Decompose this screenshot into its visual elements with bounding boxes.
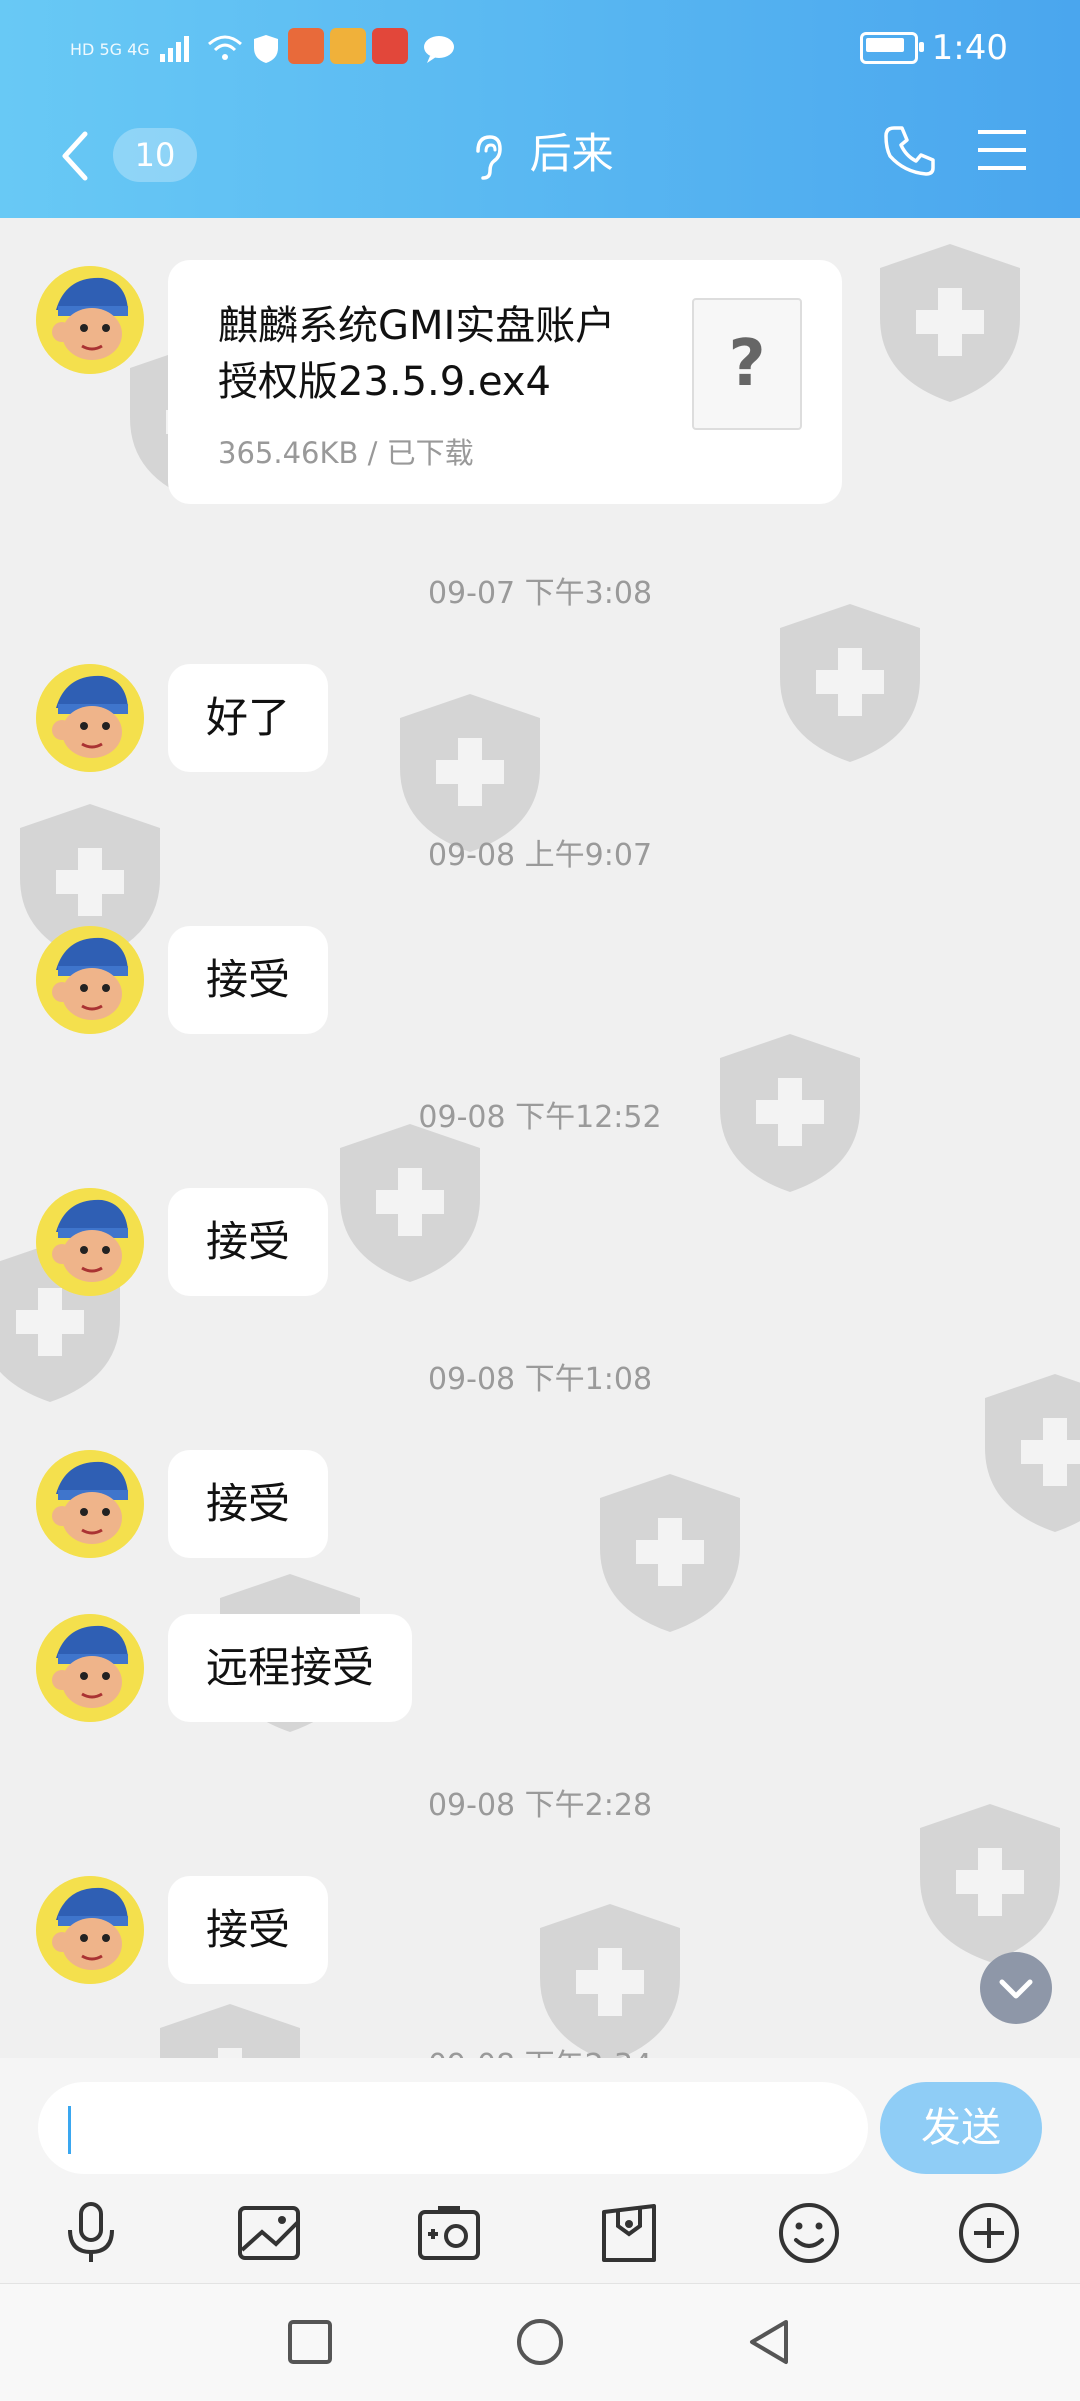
message-bubble[interactable]: 接受 bbox=[168, 1876, 329, 1984]
chat-notification-icon bbox=[423, 36, 454, 63]
header: HD 5G 4G 1:40 10 后来 bbox=[0, 0, 1080, 218]
message-bubble[interactable]: 接受 bbox=[168, 926, 329, 1034]
battery-icon bbox=[859, 32, 924, 64]
status-left: HD 5G 4G bbox=[70, 28, 456, 70]
wifi-icon bbox=[207, 35, 242, 60]
message-bubble[interactable]: 接受 bbox=[168, 1450, 329, 1558]
avatar-image bbox=[36, 1188, 144, 1296]
menu-icon[interactable] bbox=[976, 126, 1028, 174]
timestamp: 09-08 上午9:07 bbox=[427, 838, 653, 873]
ear-icon[interactable] bbox=[466, 131, 506, 183]
avatar-image bbox=[36, 1450, 144, 1558]
avatar[interactable] bbox=[36, 664, 144, 772]
file-meta: 365.46KB / 已下载 bbox=[218, 436, 474, 470]
file-card[interactable]: 麒麟系统GMI实盘账户授权版23.5.9.ex4 365.46KB / 已下载 … bbox=[168, 260, 842, 504]
message-bubble[interactable]: 远程接受 bbox=[168, 1614, 413, 1722]
avatar-image bbox=[36, 266, 144, 374]
watermark-shield-icon bbox=[540, 1904, 680, 2058]
chat-nav-bar: 10 后来 bbox=[0, 110, 1080, 200]
app-notification-icons bbox=[287, 28, 414, 70]
chat-title-text: 后来 bbox=[529, 129, 614, 178]
avatar[interactable] bbox=[36, 1450, 144, 1558]
text-caret bbox=[68, 2106, 71, 2154]
message-input[interactable] bbox=[38, 2082, 868, 2174]
microphone-icon[interactable] bbox=[56, 2198, 126, 2268]
avatar[interactable] bbox=[36, 1876, 144, 1984]
watermark-shield-icon bbox=[780, 604, 920, 762]
signal-icon bbox=[159, 36, 189, 62]
avatar[interactable] bbox=[36, 1614, 144, 1722]
avatar-image bbox=[36, 1614, 144, 1722]
avatar-image bbox=[36, 926, 144, 1034]
timestamp-partial: 09-08 下午2:34 bbox=[0, 2040, 1080, 2058]
image-icon[interactable] bbox=[234, 2198, 304, 2268]
avatar-image bbox=[36, 664, 144, 772]
camera-icon[interactable] bbox=[414, 2198, 484, 2268]
network-text: HD 5G 4G bbox=[70, 39, 150, 59]
timestamp: 09-07 下午3:08 bbox=[427, 576, 653, 611]
chat-area[interactable]: 麒麟系统GMI实盘账户授权版23.5.9.ex4 365.46KB / 已下载 … bbox=[0, 218, 1080, 2058]
plus-icon[interactable] bbox=[954, 2198, 1024, 2268]
avatar[interactable] bbox=[36, 1188, 144, 1296]
timestamp: 09-08 下午1:08 bbox=[427, 1362, 653, 1397]
recent-apps-icon[interactable] bbox=[282, 2314, 338, 2370]
message-bubble[interactable]: 好了 bbox=[168, 664, 329, 772]
unknown-file-icon: ? bbox=[692, 298, 802, 430]
timestamp: 09-08 下午2:28 bbox=[427, 1788, 653, 1823]
status-right: 1:40 bbox=[859, 28, 1008, 68]
back-triangle-icon[interactable] bbox=[742, 2314, 798, 2370]
file-name: 麒麟系统GMI实盘账户授权版23.5.9.ex4 bbox=[218, 303, 616, 405]
timestamp: 09-08 下午12:52 bbox=[418, 1100, 662, 1135]
clock: 1:40 bbox=[931, 28, 1008, 68]
watermark-shield-icon bbox=[600, 1474, 740, 1632]
status-bar: HD 5G 4G 1:40 bbox=[0, 0, 1080, 100]
system-navigation-bar bbox=[0, 2283, 1080, 2401]
home-icon[interactable] bbox=[512, 2314, 568, 2370]
avatar[interactable] bbox=[36, 926, 144, 1034]
phone-icon[interactable] bbox=[880, 120, 940, 180]
emoji-icon[interactable] bbox=[774, 2198, 844, 2268]
watermark-shield-icon bbox=[880, 244, 1020, 402]
watermark-shield-icon bbox=[340, 1124, 480, 1282]
message-bubble[interactable]: 接受 bbox=[168, 1188, 329, 1296]
chevron-down-icon bbox=[999, 1979, 1033, 1999]
file-icon[interactable] bbox=[594, 2198, 664, 2268]
shield-status-icon bbox=[253, 35, 278, 63]
avatar[interactable] bbox=[36, 266, 144, 374]
input-area: 发送 bbox=[0, 2058, 1080, 2283]
scroll-to-bottom-button[interactable] bbox=[980, 1952, 1052, 2024]
send-button[interactable]: 发送 bbox=[880, 2082, 1042, 2174]
avatar-image bbox=[36, 1876, 144, 1984]
